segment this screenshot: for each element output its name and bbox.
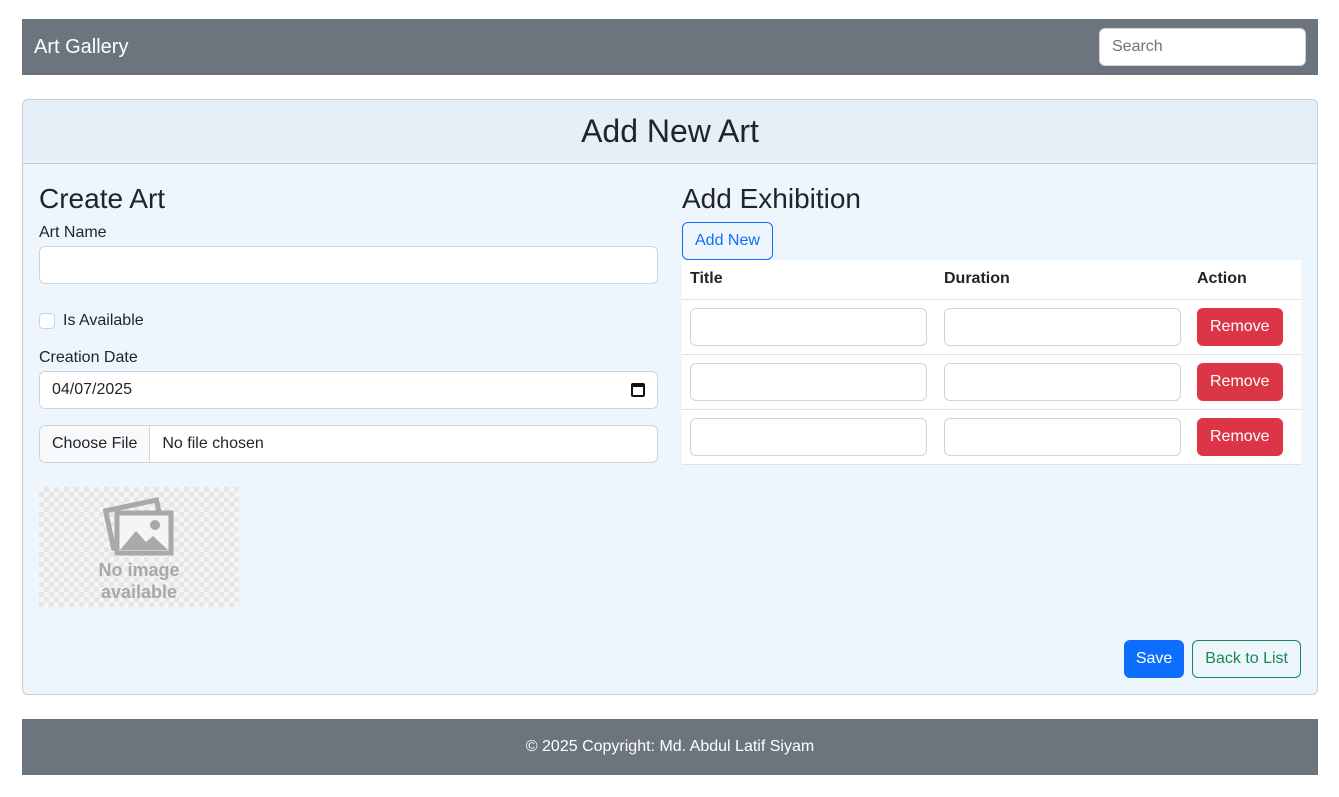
is-available-row: Is Available — [39, 312, 658, 330]
brand-link[interactable]: Art Gallery — [34, 36, 128, 59]
no-image-line1: No image — [98, 559, 180, 580]
remove-button[interactable]: Remove — [1197, 418, 1283, 457]
exhibition-heading: Add Exhibition — [682, 183, 862, 214]
copyright-text: © 2025 Copyright: Md. Abdul Latif Siyam — [525, 738, 815, 755]
exhibition-duration-input[interactable] — [944, 418, 1181, 457]
file-input[interactable]: Choose File No file chosen — [39, 424, 658, 463]
image-placeholder-icon — [103, 496, 174, 556]
save-button[interactable]: Save — [1123, 640, 1185, 678]
exhibition-title-input[interactable] — [690, 418, 927, 457]
exhibition-duration-input[interactable] — [944, 363, 1181, 402]
add-art-card: Add New Art Create Art Art Name Is Avail… — [22, 99, 1318, 695]
exhibition-table: Title Duration Action Remove Remove Remo… — [682, 259, 1301, 466]
col-header-duration: Duration — [936, 259, 1189, 301]
creation-date-input[interactable]: 04/07/2025 — [39, 370, 658, 409]
table-row: Remove — [682, 409, 1301, 466]
art-name-input[interactable] — [39, 245, 658, 284]
is-available-label: Is Available — [63, 311, 144, 329]
create-art-section: Create Art Art Name Is Available Creatio… — [39, 182, 658, 607]
calendar-icon[interactable] — [631, 382, 645, 397]
back-to-list-button[interactable]: Back to List — [1192, 640, 1301, 678]
add-new-button[interactable]: Add New — [682, 221, 773, 260]
exhibition-section: Add Exhibition Add New Title Duration Ac… — [682, 182, 1301, 466]
is-available-checkbox[interactable] — [39, 312, 55, 329]
exhibition-title-input[interactable] — [690, 308, 927, 347]
create-art-heading: Create Art — [39, 183, 166, 214]
no-image-line2: available — [100, 581, 178, 602]
creation-date-value: 04/07/2025 — [52, 380, 133, 398]
table-row: Remove — [682, 299, 1301, 356]
remove-button[interactable]: Remove — [1197, 363, 1283, 402]
footer: © 2025 Copyright: Md. Abdul Latif Siyam — [22, 719, 1318, 775]
navbar: Art Gallery — [22, 19, 1318, 75]
col-header-title: Title — [682, 259, 936, 301]
table-header-row: Title Duration Action — [682, 259, 1301, 301]
no-image-text: No image available — [98, 559, 179, 603]
card-header: Add New Art — [23, 100, 1317, 164]
col-header-action: Action — [1189, 259, 1301, 301]
form-actions: Save Back to List — [1123, 640, 1301, 678]
search-input[interactable] — [1099, 28, 1306, 66]
art-name-label: Art Name — [39, 223, 107, 241]
creation-date-label: Creation Date — [39, 348, 138, 366]
exhibition-duration-input[interactable] — [944, 308, 1181, 347]
image-preview: No image available — [39, 486, 239, 607]
table-row: Remove — [682, 354, 1301, 411]
remove-button[interactable]: Remove — [1197, 308, 1283, 347]
exhibition-title-input[interactable] — [690, 363, 927, 402]
choose-file-button[interactable]: Choose File — [40, 425, 151, 462]
file-status: No file chosen — [162, 434, 264, 452]
page-title: Add New Art — [581, 113, 759, 149]
